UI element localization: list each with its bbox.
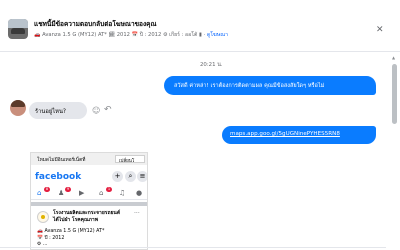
page-name-line: โรงงานผลิตและกระจายรถยนต์ [53,210,121,216]
chat-header: แชทนี้มีข้อความตอบกลับต่อโฆษณาของคุณ 🚗 A… [0,0,400,52]
ad-reply-title: แชทนี้มีข้อความตอบกลับต่อโฆษณาของคุณ [34,20,157,28]
ad-thumbnail[interactable] [8,19,28,39]
more-options-icon: ··· [134,210,140,217]
post-line: 🚗 Avanza 1.5 G (MY12) AT* [37,229,105,234]
offline-banner-text: โหมดไม่มีอินเทอร์เน็ตที่ [37,158,86,163]
facebook-nav-row: ⌂ 8 ♟ 9 ▶ ⌂ 1 ♫ ● [31,187,147,200]
incoming-message-bubble[interactable]: ร้านอยู่ไหน? [29,102,87,119]
avatar[interactable] [10,100,26,116]
post-text: 🚗 Avanza 1.5 G (MY12) AT* 📅 ปี : 2012 ⚙ … [37,229,104,249]
thumbnail-sky [8,19,28,28]
search-icon: ⌕ [125,171,136,182]
feed-divider [31,202,147,206]
smiley-icon[interactable]: ☺ [92,106,100,115]
profile-icon: ● [136,189,143,197]
outgoing-link-bubble[interactable]: maps.app.goo.gl/5gUGNinePYHES5RN8 [222,126,376,144]
nav-badge: 9 [65,187,71,192]
scrollbar[interactable]: ▲ [392,52,397,248]
nav-badge: 8 [44,187,50,192]
marketplace-icon: ⌂ [99,189,104,197]
message-timestamp: 20:21 น. [200,62,223,68]
maps-link[interactable]: maps.app.goo.gl/5gUGNinePYHES5RN8 [230,131,340,137]
car-details-text: 🚗 Avanza 1.5 G (MY12) AT* 🗓 2012 📅 ปี : … [34,32,206,38]
avatar-hair [11,100,25,107]
nav-badge: 1 [106,187,112,192]
ad-details: 🚗 Avanza 1.5 G (MY12) AT* 🗓 2012 📅 ปี : … [34,31,228,39]
menu-icon: ≡ [137,171,147,182]
scroll-up-icon[interactable]: ▲ [392,55,395,60]
incoming-message-text: ร้านอยู่ไหน? [35,109,66,115]
view-ad-link[interactable]: ดูโฆษณา [207,32,228,38]
page-logo [37,211,49,223]
offline-banner-button: เปลี่ยนโ [115,155,145,164]
bell-icon: ♫ [119,189,126,197]
scrollbar-thumb[interactable] [392,64,397,124]
home-icon: ⌂ [37,189,42,197]
facebook-logo: facebook [35,172,82,182]
offline-banner: โหมดไม่มีอินเทอร์เน็ตที่ เปลี่ยนโ [31,153,147,165]
close-icon[interactable]: ✕ [376,25,384,35]
video-icon: ▶ [79,189,85,197]
outgoing-message-bubble[interactable]: สวัสดี ค่าหล่า! เราต้องการติดตามผล คุณมี… [164,76,376,95]
shared-screenshot-image[interactable]: โหมดไม่มีอินเทอร์เน็ตที่ เปลี่ยนโ facebo… [30,152,148,250]
friends-icon: ♟ [58,189,65,197]
page-name: โรงงานผลิตและกระจายรถยนต์ ได้ไปฝ่า โรคคุ… [53,210,120,223]
thumbnail-car [11,28,25,34]
page-name-line: ได้ไปฝ่า โรคคุณภาพ [53,216,99,223]
composer-divider [0,247,386,248]
outgoing-message-text: สวัสดี ค่าหล่า! เราต้องการติดตามผล คุณมี… [174,83,325,89]
plus-icon: + [112,171,123,182]
reply-icon[interactable]: ↶ [104,105,112,115]
